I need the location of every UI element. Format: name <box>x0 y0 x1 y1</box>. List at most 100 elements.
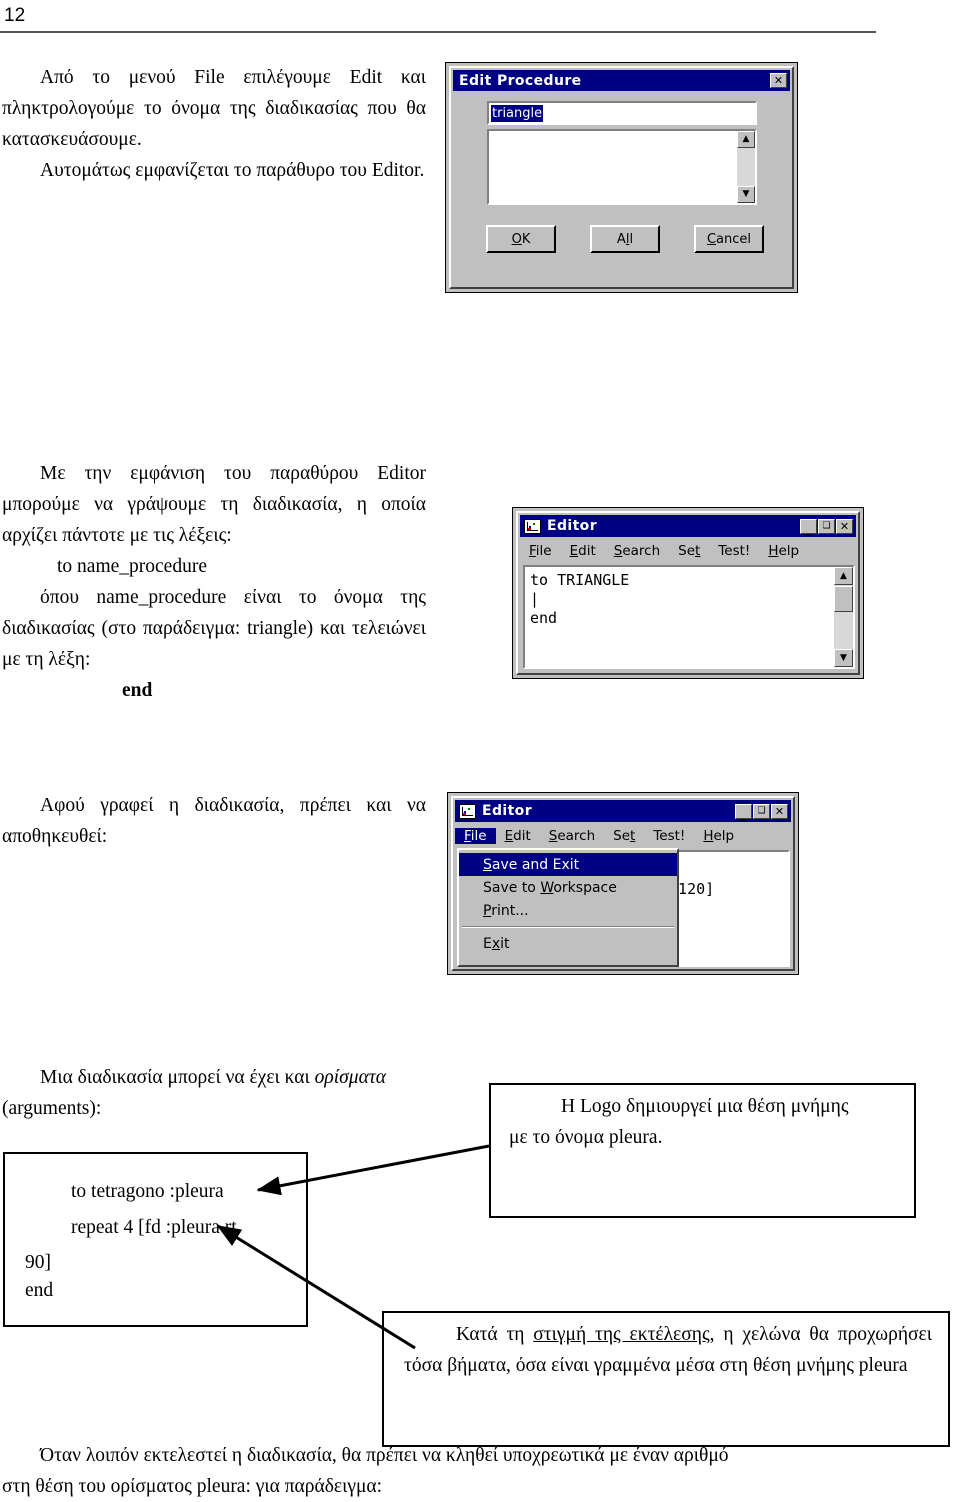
menu-item-help[interactable]: Help <box>759 543 808 559</box>
callout-memory-line-1: Η Logo δημιουργεί μια θέση μνήμης <box>509 1091 901 1122</box>
paragraph-5-line-1: Όταν λοιπόν εκτελεστεί η διαδικασία, θα … <box>2 1440 902 1471</box>
paragraph-1-text: Από το μενού File επιλέγουμε Edit και πλ… <box>2 67 426 150</box>
paragraph-1-text-2: Αυτομάτως εμφανίζεται το παράθυρο του Ed… <box>40 160 425 181</box>
paragraph-4-line-2: (arguments): <box>2 1098 102 1119</box>
callout-execution-box: Κατά τη στιγμή της εκτέλεσης, η χελώνα θ… <box>382 1311 950 1447</box>
editor-window-2[interactable]: Editor _ ❑ ✕ File Edit Search Set Test! … <box>447 792 799 975</box>
all-button-label: All <box>616 231 634 247</box>
callout-execution-text: Κατά τη στιγμή της εκτέλεσης, η χελώνα θ… <box>404 1319 932 1381</box>
callout-memory-box: Η Logo δημιουργεί μια θέση μνήμης με το … <box>489 1083 916 1218</box>
paragraph-4-text-a: Μια διαδικασία μπορεί να έχει και <box>40 1067 315 1088</box>
edit-procedure-title: Edit Procedure <box>459 72 582 89</box>
paragraph-5-text-a: Όταν λοιπόν εκτελεστεί η διαδικασία, θα … <box>40 1445 729 1466</box>
callout-memory-text-1: Η Logo δημιουργεί μια θέση μνήμης <box>561 1096 849 1117</box>
editor-2-menubar[interactable]: File Edit Search Set Test! Help <box>455 824 791 848</box>
scroll-up-icon[interactable]: ▲ <box>737 131 755 148</box>
callout-memory-text: Η Logo δημιουργεί μια θέση μνήμης με το … <box>509 1091 901 1153</box>
cancel-button[interactable]: Cancel <box>694 225 764 253</box>
paragraph-2: Με την εμφάνιση του παραθύρου Editor μπο… <box>2 458 426 706</box>
editor-window-2-frame: Editor _ ❑ ✕ File Edit Search Set Test! … <box>451 796 795 971</box>
paragraph-4-line-1: Μια διαδικασία μπορεί να έχει και ορίσμα… <box>2 1062 426 1093</box>
editor-1-text-area[interactable]: to TRIANGLE | end ▲ ▼ <box>523 565 855 669</box>
code-example-box: to tetragono :pleura repeat 4 [fd :pleur… <box>3 1152 308 1327</box>
menu-item-file[interactable]: File <box>520 543 561 559</box>
paragraph-2-text-a: Με την εμφάνιση του παραθύρου Editor μπο… <box>2 463 426 546</box>
page-number: 12 <box>4 5 26 26</box>
close-icon[interactable]: ✕ <box>771 803 788 819</box>
menu-option-label: Save and Exit <box>483 856 580 873</box>
paragraph-1: Από το μενού File επιλέγουμε Edit και πλ… <box>2 62 426 186</box>
menu-item-set[interactable]: Set <box>604 828 644 844</box>
ok-button-label: OK <box>511 231 531 247</box>
menu-separator <box>462 926 674 928</box>
menu-item-set[interactable]: Set <box>669 543 709 559</box>
editor-2-title: Editor <box>482 803 532 819</box>
callout-memory-line-2: με το όνομα pleura. <box>509 1127 663 1148</box>
edit-procedure-titlebar: Edit Procedure ✕ <box>453 70 790 91</box>
menu-option-label: Exit <box>483 935 510 952</box>
paragraph-2-code-line: to name_procedure <box>57 556 207 577</box>
editor-window-1-frame: Editor _ ❑ ✕ File Edit Search Set Test! … <box>516 511 860 675</box>
editor-1-scrollbar-thumb[interactable] <box>834 586 853 612</box>
scroll-up-icon[interactable]: ▲ <box>834 567 853 585</box>
menu-option-save-and-exit[interactable]: Save and Exit <box>459 853 677 876</box>
paragraph-3-text: Αφού γραφεί η διαδικασία, πρέπει και να … <box>2 795 426 847</box>
menu-item-file[interactable]: File <box>455 828 496 844</box>
scroll-down-icon[interactable]: ▼ <box>834 649 853 667</box>
close-icon[interactable]: ✕ <box>770 73 787 88</box>
menu-option-exit[interactable]: Exit <box>459 932 677 955</box>
code-box-line-1: to tetragono :pleura <box>71 1181 224 1202</box>
ok-button[interactable]: OK <box>486 225 556 253</box>
paragraph-2-explain: όπου name_procedure είναι το όνομα της δ… <box>2 582 426 675</box>
code-line-1: to TRIANGLE <box>530 571 630 589</box>
callout-execution-pre: Κατά τη <box>456 1324 534 1345</box>
editor-1-menubar[interactable]: File Edit Search Set Test! Help <box>520 539 856 563</box>
editor-app-icon <box>459 803 476 819</box>
paragraph-1-line-2: Αυτομάτως εμφανίζεται το παράθυρο του Ed… <box>2 155 426 186</box>
menu-option-save-to-workspace[interactable]: Save to Workspace <box>459 876 677 899</box>
callout-execution-underlined: στιγμή της εκτέλεσης, <box>533 1324 715 1345</box>
editor-app-icon <box>524 518 541 534</box>
editor-window-1[interactable]: Editor _ ❑ ✕ File Edit Search Set Test! … <box>512 507 864 679</box>
paragraph-2-intro: Με την εμφάνιση του παραθύρου Editor μπο… <box>2 458 426 551</box>
file-dropdown-menu[interactable]: Save and Exit Save to Workspace Print...… <box>457 848 679 967</box>
code-line-3: end <box>530 609 558 627</box>
paragraph-1-line-1: Από το μενού File επιλέγουμε Edit και πλ… <box>2 62 426 155</box>
paragraph-2-end-keyword: end <box>122 680 153 701</box>
all-button[interactable]: All <box>590 225 660 253</box>
callout-execution-paragraph: Κατά τη στιγμή της εκτέλεσης, η χελώνα θ… <box>404 1319 932 1381</box>
minimize-icon[interactable]: _ <box>735 803 752 821</box>
minimize-glyph: _ <box>740 807 747 821</box>
procedure-list-box[interactable]: ▲ ▼ <box>487 129 757 205</box>
maximize-icon[interactable]: ❑ <box>818 518 835 534</box>
edit-procedure-dialog[interactable]: Edit Procedure ✕ triangle ▲ ▼ OK All Can… <box>445 62 798 293</box>
editor-2-titlebar: Editor _ ❑ ✕ <box>455 800 791 822</box>
menu-item-test[interactable]: Test! <box>709 543 759 559</box>
menu-item-help[interactable]: Help <box>694 828 743 844</box>
header-rule <box>0 31 876 33</box>
code-box-line-2: repeat 4 [fd :pleura rt <box>71 1217 237 1238</box>
menu-option-label: Print... <box>483 902 529 919</box>
code-box-line-4: end <box>25 1280 54 1301</box>
procedure-name-input[interactable]: triangle <box>487 101 757 125</box>
code-box-line-3: 90] <box>25 1252 51 1273</box>
minimize-glyph: _ <box>805 522 812 536</box>
cancel-button-label: Cancel <box>706 231 752 247</box>
menu-option-print[interactable]: Print... <box>459 899 677 922</box>
procedure-name-value: triangle <box>491 105 544 122</box>
paragraph-5: Όταν λοιπόν εκτελεστεί η διαδικασία, θα … <box>2 1440 902 1502</box>
close-icon[interactable]: ✕ <box>836 518 853 534</box>
maximize-icon[interactable]: ❑ <box>753 803 770 819</box>
paragraph-3-line: Αφού γραφεί η διαδικασία, πρέπει και να … <box>2 790 426 852</box>
paragraph-2-text-b: όπου name_procedure είναι το όνομα της δ… <box>2 587 426 670</box>
editor-1-code: to TRIANGLE | end <box>527 569 827 665</box>
menu-item-search[interactable]: Search <box>540 828 604 844</box>
scroll-down-icon[interactable]: ▼ <box>737 186 755 203</box>
menu-item-test[interactable]: Test! <box>644 828 694 844</box>
menu-item-search[interactable]: Search <box>605 543 669 559</box>
document-page: 12 Από το μενού File επιλέγουμε Edit και… <box>0 0 960 1502</box>
menu-item-edit[interactable]: Edit <box>561 543 605 559</box>
editor-1-titlebar: Editor _ ❑ ✕ <box>520 515 856 537</box>
minimize-icon[interactable]: _ <box>800 518 817 536</box>
menu-item-edit[interactable]: Edit <box>496 828 540 844</box>
